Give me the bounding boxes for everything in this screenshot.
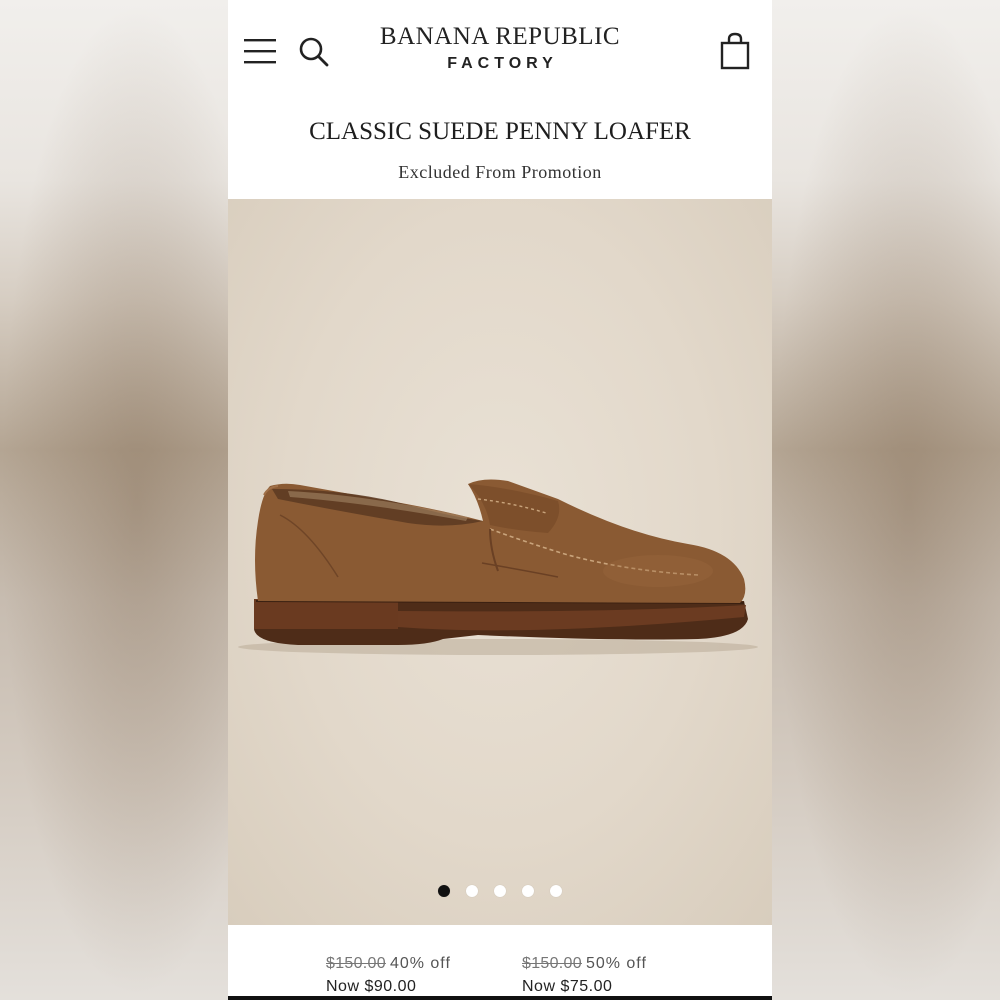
carousel-dot-5[interactable] [550,885,562,897]
original-price: $150.00 [326,955,386,972]
price-line-1: $150.00 40% off [326,952,451,975]
product-title: CLASSIC SUEDE PENNY LOAFER [309,118,691,145]
original-price: $150.00 [522,955,582,972]
sale-price: Now $90.00 [326,978,417,995]
discount-percent: 40% off [389,955,451,972]
hamburger-menu-icon[interactable] [244,36,276,66]
backdrop-left-shade [0,0,228,1000]
sale-price: Now $75.00 [522,978,613,995]
brand-logo[interactable]: BANANA REPUBLIC FACTORY [368,22,632,75]
promotion-note: Excluded From Promotion [398,162,602,182]
carousel-dots [228,885,772,897]
price-option-1[interactable]: $150.00 40% off Now $90.00 [326,952,451,998]
mobile-product-page: BANANA REPUBLIC FACTORY CLASSIC SUEDE PE… [228,0,772,1000]
shopping-bag-icon[interactable] [720,32,750,70]
price-options: $150.00 40% off Now $90.00 $150.00 50% off… [228,926,772,1000]
discount-percent: 50% off [585,955,647,972]
price-option-2[interactable]: $150.00 50% off Now $75.00 [522,952,647,998]
carousel-dot-3[interactable] [494,885,506,897]
search-icon[interactable] [298,36,330,68]
site-header: BANANA REPUBLIC FACTORY [228,0,772,100]
brand-name: BANANA REPUBLIC [379,23,621,50]
backdrop-right-shade [772,0,1000,1000]
carousel-dot-4[interactable] [522,885,534,897]
carousel-dot-1[interactable] [438,885,450,897]
price-line-2: $150.00 50% off [522,952,647,975]
bottom-divider [228,996,772,1000]
product-image [238,479,758,655]
carousel-dot-2[interactable] [466,885,478,897]
product-image-carousel[interactable] [228,199,772,925]
brand-subname: FACTORY [447,55,558,72]
